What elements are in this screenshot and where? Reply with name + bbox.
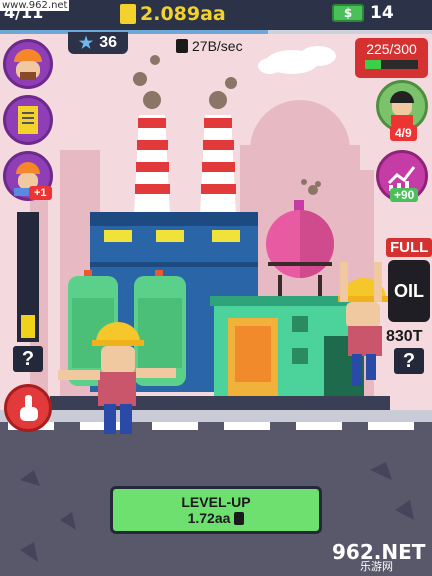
oil-drop-icon <box>176 39 188 53</box>
boost-help-button[interactable]: ? <box>13 346 43 372</box>
chimney-left <box>134 115 170 215</box>
manager-button[interactable] <box>3 39 53 89</box>
star-count: 36 <box>99 34 118 51</box>
watermark-url: www.962.net <box>0 0 70 11</box>
level-up-button[interactable]: LEVEL-UP 1.72aa <box>110 486 322 534</box>
production-rate-value: 27B/sec <box>192 38 243 54</box>
clipboard-icon <box>18 106 38 134</box>
storage-amount: 830T <box>386 328 423 345</box>
level-up-cost: 1.72aa <box>113 510 319 526</box>
oil-total-value: 2.089aa <box>140 3 226 25</box>
star-counter[interactable]: ★ 36 <box>68 32 128 54</box>
operator-count-badge: 4/9 <box>390 125 417 141</box>
energy-bar-fill <box>365 60 381 69</box>
storage-help-button[interactable]: ? <box>394 348 424 374</box>
energy-bar <box>365 60 418 69</box>
storage-full-label: FULL <box>386 238 432 257</box>
energy-panel[interactable]: 225/300 <box>355 38 428 78</box>
watermark-subtitle: 乐游网 <box>360 560 393 573</box>
level-progress-fill <box>0 30 268 34</box>
oil-total: 2.089aa <box>120 3 226 25</box>
energy-value: 225/300 <box>366 41 417 57</box>
manager-avatar-icon <box>14 49 42 80</box>
production-rate: 27B/sec <box>176 38 243 54</box>
stats-gain-badge: +90 <box>390 188 419 202</box>
level-up-title: LEVEL-UP <box>181 494 251 510</box>
tap-boost-button[interactable] <box>4 384 52 432</box>
cash-icon: $ <box>332 4 364 22</box>
cash-total-value: 14 <box>370 3 394 23</box>
pointer-hand-icon <box>20 395 38 421</box>
star-icon: ★ <box>78 35 94 52</box>
boost-meter <box>17 212 39 342</box>
level-progress-bar <box>0 30 432 34</box>
worker-bonus-badge: +1 <box>29 186 52 200</box>
sidewalk <box>0 410 432 422</box>
operator-avatar-icon <box>390 91 414 125</box>
cash-total[interactable]: $ 14 <box>332 3 394 23</box>
boost-meter-fill <box>21 315 35 338</box>
chimney-right <box>200 115 236 215</box>
oil-drop-icon <box>120 4 136 24</box>
tasks-button[interactable] <box>3 95 53 145</box>
level-up-cost-value: 1.72aa <box>187 510 231 526</box>
oil-barrel[interactable]: OIL <box>388 260 430 322</box>
oil-drop-icon <box>234 511 245 525</box>
